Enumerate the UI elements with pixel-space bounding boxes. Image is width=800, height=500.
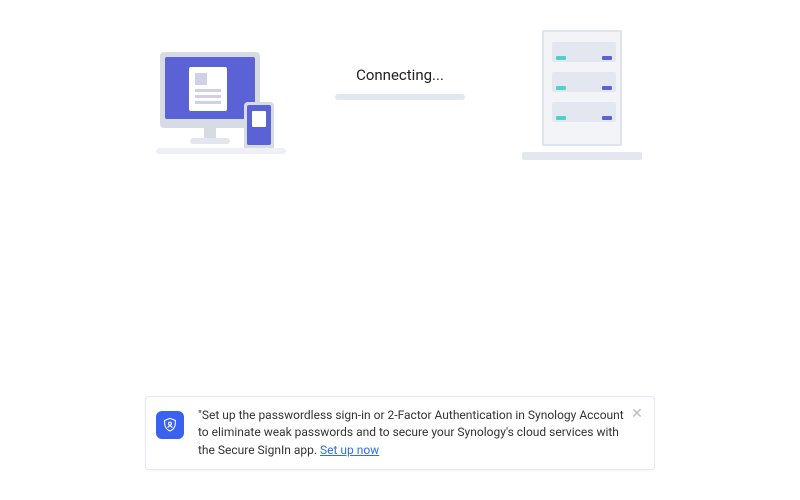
security-tip-banner: "Set up the passwordless sign-in or 2-Fa… bbox=[145, 396, 655, 470]
connection-status: Connecting... bbox=[300, 66, 500, 100]
security-tip-message: "Set up the passwordless sign-in or 2-Fa… bbox=[198, 408, 624, 457]
drive-led-icon bbox=[602, 56, 612, 60]
phone-document-icon bbox=[252, 111, 266, 127]
close-icon: ✕ bbox=[631, 406, 643, 422]
connection-screen: Connecting... bbox=[0, 0, 800, 500]
setup-now-link[interactable]: Set up now bbox=[320, 443, 379, 457]
monitor-base bbox=[190, 138, 230, 144]
drive-bay bbox=[552, 42, 616, 62]
illustration-row: Connecting... bbox=[0, 30, 800, 170]
server-shelf bbox=[522, 152, 642, 160]
server-body bbox=[542, 30, 622, 146]
connection-status-text: Connecting... bbox=[300, 66, 500, 84]
phone-screen bbox=[247, 105, 271, 145]
drive-led-icon bbox=[602, 86, 612, 90]
client-devices-illustration bbox=[160, 52, 285, 172]
close-tip-button[interactable]: ✕ bbox=[628, 405, 646, 423]
desk-shadow bbox=[156, 148, 286, 154]
drive-led-icon bbox=[556, 116, 566, 120]
document-icon bbox=[189, 67, 227, 111]
phone-icon bbox=[244, 102, 274, 154]
drive-bay bbox=[552, 72, 616, 92]
drive-bay bbox=[552, 102, 616, 122]
monitor-screen bbox=[165, 57, 255, 119]
security-tip-text: "Set up the passwordless sign-in or 2-Fa… bbox=[198, 407, 624, 459]
drive-led-icon bbox=[556, 56, 566, 60]
server-illustration bbox=[530, 30, 640, 160]
monitor-neck bbox=[204, 128, 216, 138]
progress-bar bbox=[335, 94, 465, 100]
drive-led-icon bbox=[556, 86, 566, 90]
drive-led-icon bbox=[602, 116, 612, 120]
shield-user-icon bbox=[156, 411, 184, 439]
